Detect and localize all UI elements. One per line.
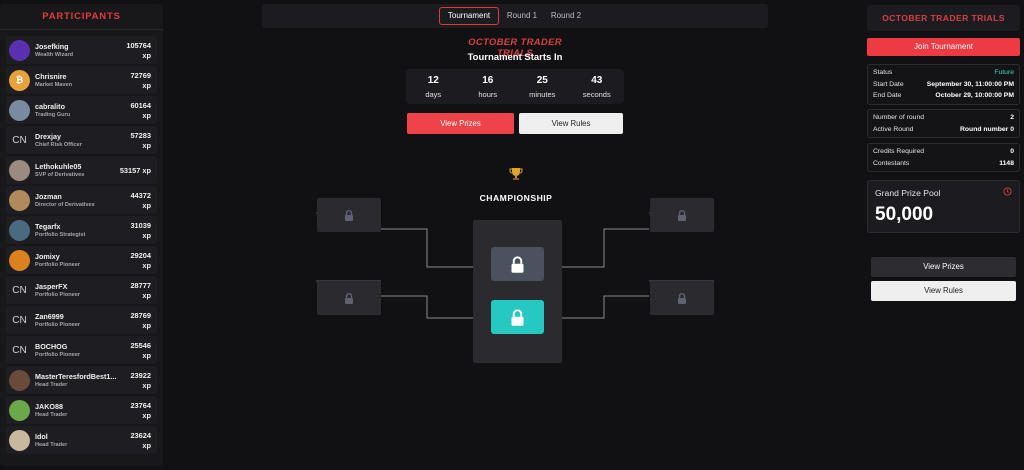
championship-slot-final xyxy=(491,247,544,281)
lock-icon xyxy=(511,308,524,326)
lock-icon xyxy=(345,209,353,221)
info-label: Number of round xyxy=(873,114,925,121)
lock-icon xyxy=(678,292,686,304)
right-panel-title: OCTOBER TRADER TRIALS xyxy=(867,5,1020,31)
info-label: End Date xyxy=(873,92,902,99)
info-label: Credits Required xyxy=(873,148,924,155)
credits-row: Credits Required 0 xyxy=(873,146,1014,158)
prize-pool-label: Grand Prize Pool xyxy=(875,188,941,198)
start-date-row: Start Date September 30, 11:00:00 PM xyxy=(873,79,1014,91)
status-card: Status Future Start Date September 30, 11:… xyxy=(867,64,1020,105)
right-view-prizes-button[interactable]: View Prizes xyxy=(871,257,1016,277)
info-label: Contestants xyxy=(873,159,910,167)
contestants-row: Contestants 1148 xyxy=(873,158,1014,170)
lock-icon xyxy=(678,209,686,221)
info-label: Start Date xyxy=(873,80,904,88)
bracket-slot-left-top xyxy=(317,198,381,232)
active-round-row: Active Round Round number 0 xyxy=(873,124,1014,136)
bracket-slot-right-top xyxy=(650,198,714,232)
round-count-row: Number of round 2 xyxy=(873,112,1014,124)
end-date-row: End Date October 29, 10:00:00 PM xyxy=(873,90,1014,102)
status-row: Status Future xyxy=(873,67,1014,79)
prize-pool-value: 50,000 xyxy=(875,204,934,225)
bracket-slot-right-bottom xyxy=(650,281,714,315)
info-label: Status xyxy=(873,69,893,76)
info-label: Active Round xyxy=(873,125,914,133)
end-date-value: October 29, 10:00:00 PM xyxy=(935,92,1014,99)
lock-icon xyxy=(511,255,524,273)
credits-value: 0 xyxy=(1010,148,1014,155)
right-view-rules-button[interactable]: View Rules xyxy=(871,281,1016,301)
clock-icon xyxy=(1003,187,1012,196)
join-tournament-button[interactable]: Join Tournament xyxy=(867,38,1020,56)
active-round-value: Round number 0 xyxy=(960,125,1014,133)
prize-pool-card: Grand Prize Pool 50,000 xyxy=(867,180,1020,233)
rounds-card: Number of round 2 Active Round Round numbe… xyxy=(867,109,1020,138)
championship-box xyxy=(473,220,562,363)
round-count-value: 2 xyxy=(1010,114,1014,121)
start-date-value: September 30, 11:00:00 PM xyxy=(926,80,1014,88)
status-value: Future xyxy=(994,69,1014,76)
credits-card: Credits Required 0 Contestants 1148 xyxy=(867,143,1020,172)
contestants-value: 1148 xyxy=(999,159,1014,167)
lock-icon xyxy=(345,292,353,304)
bracket-slot-left-bottom xyxy=(317,281,381,315)
championship-slot-winner xyxy=(491,300,544,334)
